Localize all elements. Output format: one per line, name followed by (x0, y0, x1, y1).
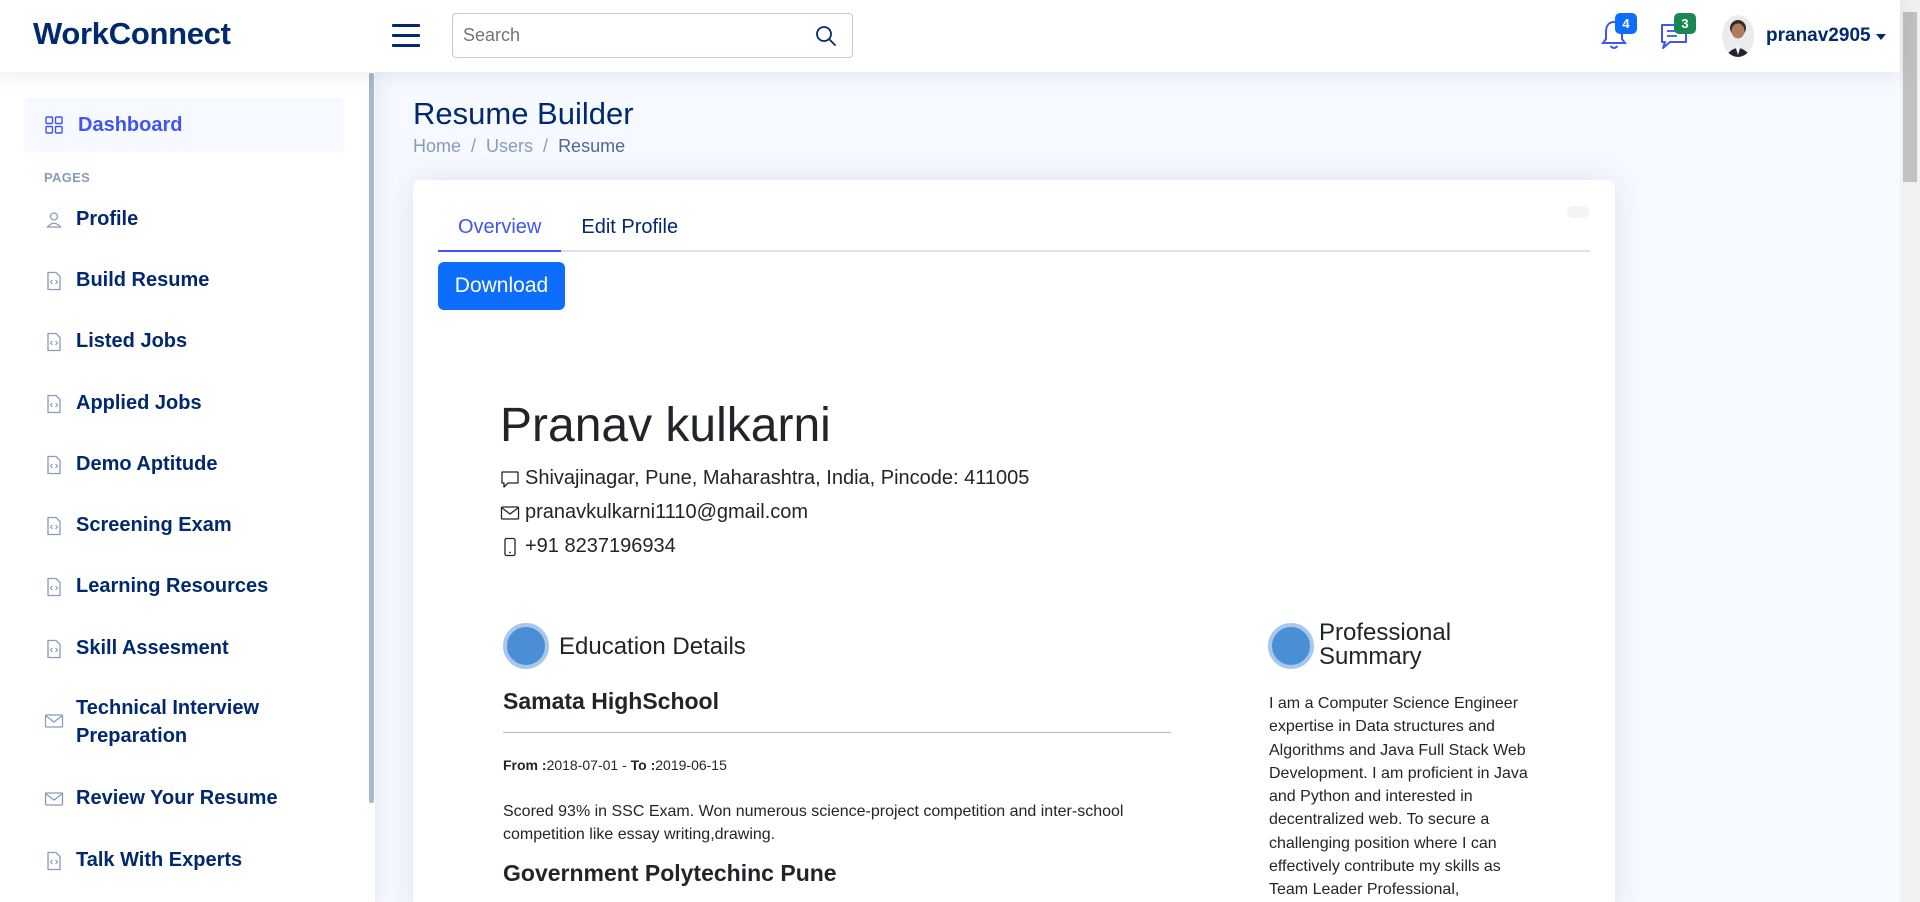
file-code-icon (47, 577, 61, 597)
sidebar-item-skill-assesment[interactable]: Skill Assesment (44, 637, 334, 662)
from-date: 2018-07-01 (546, 757, 619, 773)
sidebar-item-review-your-resume[interactable]: Review Your Resume (44, 787, 334, 812)
section-dot-icon (1268, 623, 1314, 669)
sidebar-item-applied-jobs[interactable]: Applied Jobs (44, 392, 334, 417)
sidebar-item-label: Learning Resources (76, 575, 269, 597)
envelope-icon (44, 792, 64, 806)
tab-edit-profile[interactable]: Edit Profile (561, 206, 698, 252)
breadcrumb-home[interactable]: Home (413, 136, 461, 157)
notifications-badge: 4 (1615, 13, 1637, 34)
sidebar-item-profile[interactable]: Profile (44, 208, 334, 233)
sidebar-item-label: Demo Aptitude (76, 453, 218, 475)
file-code-icon (47, 455, 61, 475)
tab-overview[interactable]: Overview (438, 206, 562, 252)
sidebar-item-technical-interview-preparation[interactable]: Technical Interview Preparation (44, 697, 284, 750)
contact-address: Shivajinagar, Pune, Maharashtra, India, … (500, 467, 1029, 490)
education-description: Scored 93% in SSC Exam. Won numerous sci… (503, 803, 1124, 843)
sidebar-item-demo-aptitude[interactable]: Demo Aptitude (44, 453, 334, 478)
email-text: pranavkulkarni1110@gmail.com (525, 501, 809, 523)
search-input[interactable] (453, 14, 793, 57)
breadcrumb-separator: / (543, 136, 549, 156)
envelope-icon (500, 505, 520, 520)
file-code-icon (47, 639, 61, 659)
envelope-icon (44, 714, 64, 728)
breadcrumb: Home / Users / Resume (413, 136, 625, 157)
section-dot-icon (503, 623, 549, 669)
education-school: Samata HighSchool (503, 688, 719, 714)
sidebar-item-learning-resources[interactable]: Learning Resources (44, 575, 334, 600)
file-code-icon (47, 394, 61, 414)
speech-bubble-icon (501, 470, 519, 488)
resume-name: Pranav kulkarni (500, 399, 831, 452)
divider (503, 732, 1171, 733)
file-code-icon (47, 516, 61, 536)
sidebar-item-listed-jobs[interactable]: Listed Jobs (44, 330, 334, 355)
sidebar-item-label: Applied Jobs (76, 392, 202, 414)
file-code-icon (47, 332, 61, 352)
page-scrollbar-thumb[interactable] (1903, 12, 1917, 182)
sidebar-item-build-resume[interactable]: Build Resume (44, 269, 334, 294)
sidebar-toggle-button[interactable] (392, 24, 422, 48)
file-code-icon (47, 271, 61, 291)
sidebar-item-label: Talk With Experts (76, 849, 243, 871)
tab-bar: Overview Edit Profile (438, 206, 1590, 252)
phone-icon (504, 537, 516, 556)
profile-dropdown[interactable]: pranav2905 (1722, 14, 1886, 58)
hamburger-bar (392, 34, 420, 37)
messages-badge: 3 (1674, 13, 1696, 34)
sidebar-scrollbar[interactable] (369, 73, 374, 803)
to-label: To : (630, 757, 656, 773)
sidebar-item-label: Review Your Resume (76, 787, 278, 809)
person-icon (46, 212, 62, 228)
sidebar-item-label: Build Resume (76, 269, 210, 291)
sidebar-item-label: Screening Exam (76, 514, 232, 536)
education-school: Government Polytechinc Pune (503, 860, 837, 886)
top-header: WorkConnect 4 3 pranav2905 (0, 0, 1900, 72)
sidebar-item-label: Dashboard (78, 113, 183, 136)
hamburger-bar (392, 24, 420, 27)
sidebar-item-label: Skill Assesment (76, 637, 229, 659)
summary-text: I am a Computer Science Engineer experti… (1269, 695, 1528, 899)
from-label: From : (503, 757, 547, 773)
sidebar-item-label: Technical Interview Preparation (76, 697, 260, 747)
sidebar-item-talk-with-experts[interactable]: Talk With Experts (44, 849, 334, 874)
sidebar: Dashboard PAGES Profile Build Resume Lis… (0, 72, 375, 902)
sidebar-item-label: Profile (76, 208, 139, 230)
contact-phone: +91 8237196934 (500, 535, 676, 558)
breadcrumb-current: Resume (558, 136, 626, 156)
chevron-down-icon (1875, 34, 1886, 40)
breadcrumb-separator: / (471, 136, 477, 156)
address-text: Shivajinagar, Pune, Maharashtra, India, … (525, 467, 1030, 489)
to-date: 2019-06-15 (655, 757, 727, 773)
page-title: Resume Builder (413, 96, 634, 131)
resume-card: Overview Edit Profile Download Pranav ku… (413, 180, 1615, 902)
app-logo[interactable]: WorkConnect (33, 16, 231, 52)
sidebar-item-screening-exam[interactable]: Screening Exam (44, 514, 334, 539)
summary-title-line: Professional (1319, 619, 1452, 646)
summary-title-line: Summary (1319, 643, 1422, 670)
education-dates: From :2018-07-01 - To :2019-06-15 (503, 757, 727, 773)
summary-title: Professional Summary (1319, 621, 1451, 669)
notifications-button[interactable]: 4 (1599, 13, 1637, 52)
username: pranav2905 (1766, 25, 1871, 46)
education-title: Education Details (559, 633, 746, 660)
messages-button[interactable]: 3 (1658, 13, 1696, 52)
grid-icon (45, 116, 63, 134)
hamburger-bar (392, 44, 420, 47)
download-button[interactable]: Download (438, 262, 565, 310)
sidebar-item-dashboard[interactable]: Dashboard (24, 98, 344, 152)
phone-text: +91 8237196934 (525, 535, 676, 557)
file-code-icon (47, 851, 61, 871)
sidebar-item-label: Listed Jobs (76, 330, 188, 352)
sidebar-heading: PAGES (44, 170, 91, 185)
search-bar (452, 13, 853, 58)
breadcrumb-users[interactable]: Users (486, 136, 533, 157)
search-icon[interactable] (814, 24, 838, 48)
avatar (1722, 15, 1754, 57)
contact-email: pranavkulkarni1110@gmail.com (500, 501, 808, 524)
